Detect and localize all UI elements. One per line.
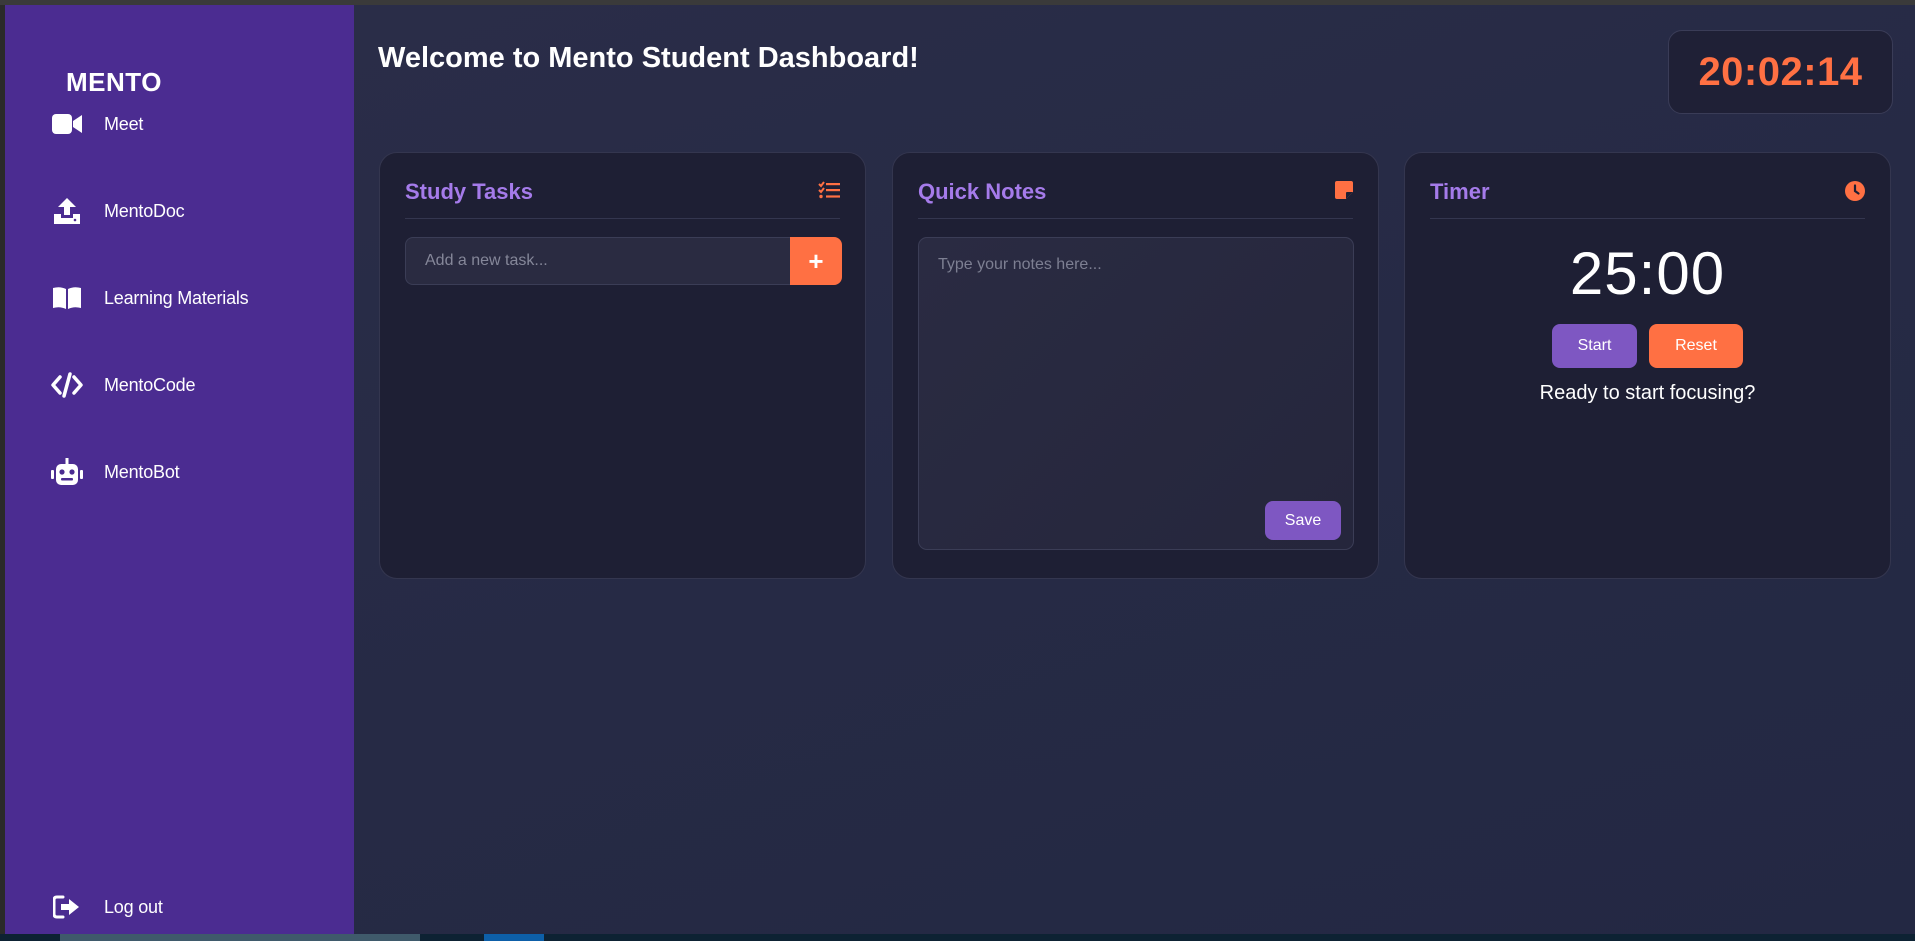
brand-logo: MENTO: [66, 67, 162, 97]
code-icon: [47, 365, 87, 405]
taskbar: [0, 934, 1915, 941]
nav-item-meet[interactable]: Meet: [47, 104, 337, 144]
nav-label: MentoCode: [104, 374, 196, 395]
start-timer-button[interactable]: Start: [1552, 324, 1637, 368]
logout-button[interactable]: Log out: [47, 887, 337, 927]
timer-controls: Start Reset: [1405, 324, 1890, 368]
card-title: Quick Notes: [918, 179, 1047, 204]
new-task-input[interactable]: [405, 237, 791, 285]
nav-item-mentobot[interactable]: MentoBot: [47, 452, 337, 492]
card-header: Quick Notes: [918, 177, 1353, 219]
sign-out-icon: [47, 887, 87, 927]
add-task-button[interactable]: +: [790, 237, 842, 285]
card-header: Study Tasks: [405, 177, 840, 219]
video-camera-icon: [47, 104, 87, 144]
digital-clock: 20:02:14: [1668, 30, 1893, 114]
save-notes-button[interactable]: Save: [1265, 501, 1341, 540]
page-title: Welcome to Mento Student Dashboard!: [378, 42, 919, 74]
timer-card: Timer 25:00 Start Reset Ready to start f…: [1404, 152, 1891, 579]
upload-icon: [47, 191, 87, 231]
book-icon: [47, 278, 87, 318]
nav-label: Learning Materials: [104, 287, 249, 308]
timer-status: Ready to start focusing?: [1539, 382, 1756, 404]
taskbar-item[interactable]: [484, 934, 544, 941]
card-title: Study Tasks: [405, 179, 533, 204]
taskbar-item[interactable]: [60, 934, 420, 941]
quick-notes-card: Quick Notes Save: [892, 152, 1379, 579]
nav-item-mentocode[interactable]: MentoCode: [47, 365, 337, 405]
study-tasks-card: Study Tasks +: [379, 152, 866, 579]
reset-timer-button[interactable]: Reset: [1649, 324, 1743, 368]
nav-label: Meet: [104, 113, 144, 134]
nav-label: MentoDoc: [104, 200, 185, 221]
clock-icon: [1845, 181, 1865, 206]
card-header: Timer: [1430, 177, 1865, 219]
nav-item-mentodoc[interactable]: MentoDoc: [47, 191, 337, 231]
card-title: Timer: [1430, 179, 1490, 204]
sidebar: MENTO Meet MentoDoc Learning Materials M…: [5, 5, 354, 934]
task-list-icon: [818, 181, 840, 204]
nav-item-learning-materials[interactable]: Learning Materials: [47, 278, 337, 318]
sticky-note-icon: [1335, 181, 1353, 204]
logout-label: Log out: [104, 896, 163, 917]
nav-label: MentoBot: [104, 461, 180, 482]
timer-display: 25:00: [1569, 240, 1726, 307]
robot-icon: [47, 452, 87, 492]
